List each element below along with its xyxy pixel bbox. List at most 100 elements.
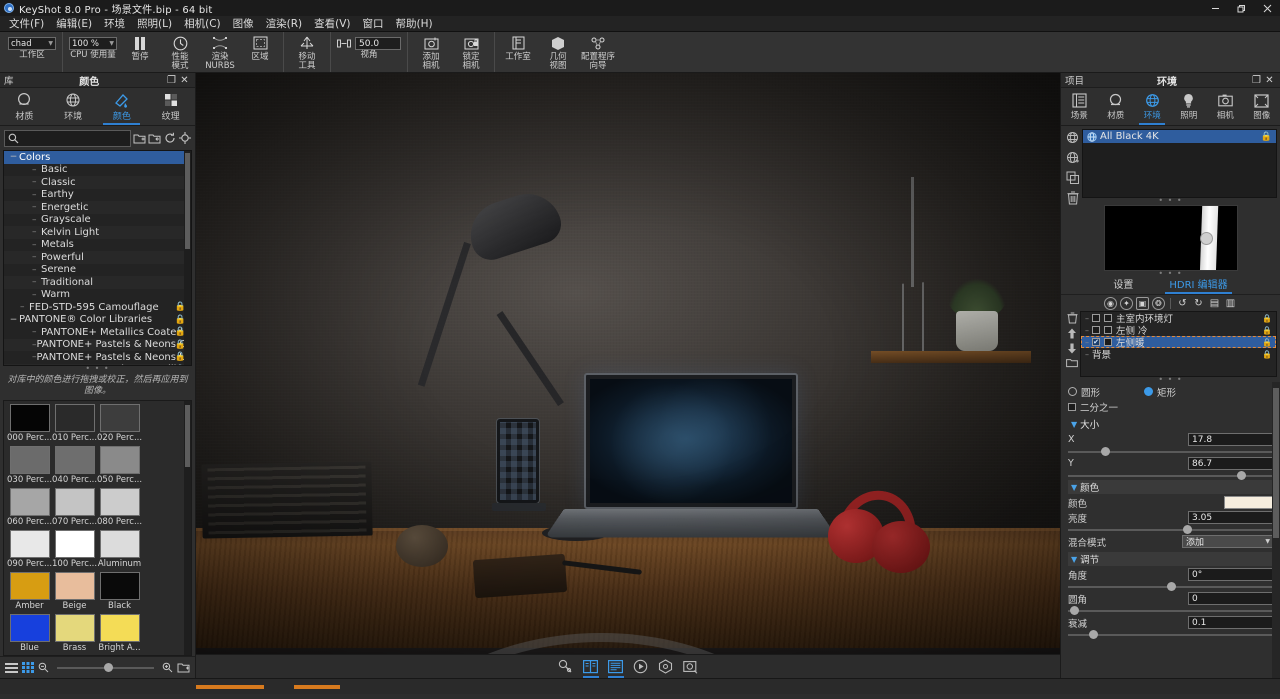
zoom-out-icon[interactable] xyxy=(38,662,49,673)
radius-field[interactable]: 0 xyxy=(1188,592,1274,605)
swatch-chip[interactable] xyxy=(54,572,95,600)
swatch-chip[interactable] xyxy=(54,530,95,558)
swatch-item[interactable]: 020 Perc... xyxy=(97,404,142,443)
hdri-preview[interactable] xyxy=(1103,205,1238,271)
swatch-chip[interactable] xyxy=(9,614,50,642)
tree-item-energetic[interactable]: – Energetic xyxy=(4,201,191,214)
swatch-item[interactable]: 080 Perc... xyxy=(97,488,142,527)
menu-image[interactable]: 图像 xyxy=(227,16,260,32)
hdri-pin-handle[interactable] xyxy=(1199,232,1213,245)
color-swatch-button[interactable] xyxy=(1224,496,1274,509)
tree-item-serene[interactable]: – Serene xyxy=(4,264,191,277)
swatch-chip[interactable] xyxy=(9,446,50,474)
swatch-scrollbar[interactable] xyxy=(184,401,191,655)
pin-icon[interactable]: ◉ xyxy=(1104,296,1117,310)
falloff-slider[interactable] xyxy=(1068,630,1274,639)
swatch-item[interactable]: Blue xyxy=(7,614,52,653)
library-tab-environment[interactable]: 环境 xyxy=(49,88,98,125)
library-tab-texture[interactable]: 纹理 xyxy=(146,88,195,125)
swatch-item[interactable]: Amber xyxy=(7,572,52,611)
folder-add-icon[interactable] xyxy=(133,130,146,146)
swatch-chip[interactable] xyxy=(99,614,140,642)
adjust-section-header[interactable]: ▼ 调节 xyxy=(1068,552,1274,566)
swatch-chip[interactable] xyxy=(99,530,140,558)
hdri-layer-item[interactable]: – 左侧 冷 🔒 xyxy=(1081,324,1276,338)
tree-item-earthy[interactable]: – Earthy xyxy=(4,189,191,202)
menu-lighting[interactable]: 照明(L) xyxy=(131,16,178,32)
zoom-in-icon[interactable] xyxy=(162,662,173,673)
tree-item-pantone-pastels-coated[interactable]: –PANTONE+ Pastels & Neons Coat...🔒 xyxy=(4,338,191,351)
sub-tab-settings[interactable]: 设置 xyxy=(1109,276,1137,294)
geometry-view-button[interactable]: 几何 视图 xyxy=(538,32,578,72)
search-box[interactable] xyxy=(4,129,131,147)
swatch-chip[interactable] xyxy=(54,488,95,516)
lock-camera-button[interactable]: 锁定 相机 xyxy=(451,32,491,72)
angle-slider[interactable] xyxy=(1068,582,1274,591)
circle-radio[interactable] xyxy=(1068,387,1077,396)
layer-visibility-checkbox[interactable]: ✔ xyxy=(1092,338,1100,346)
workspace-combo[interactable]: chad ▼ xyxy=(8,37,56,50)
project-tab-environment[interactable]: 环境 xyxy=(1134,88,1171,125)
brightness-slider[interactable] xyxy=(1068,525,1274,534)
blend-mode-combo[interactable]: 添加 ▼ xyxy=(1182,535,1274,548)
tree-item-grayscale[interactable]: – Grayscale xyxy=(4,214,191,227)
folder-import-icon[interactable] xyxy=(148,130,161,146)
rect-radio[interactable] xyxy=(1144,387,1154,396)
swatch-chip[interactable] xyxy=(99,404,140,432)
swatch-item[interactable]: 000 Perc... xyxy=(7,404,52,443)
tree-item-pantone-pastels-uncoated[interactable]: – PANTONE+ Pastels & Neons Unc... 🔒 xyxy=(4,351,191,364)
pause-button[interactable]: 暂停 xyxy=(120,32,160,72)
library-tab-color[interactable]: 颜色 xyxy=(98,88,147,125)
project-close-icon[interactable]: ✕ xyxy=(1263,75,1276,86)
copy-pin-icon[interactable]: ❂ xyxy=(1152,296,1165,310)
swatch-item[interactable]: 030 Perc... xyxy=(7,446,52,485)
project-tab-material[interactable]: 材质 xyxy=(1098,88,1135,125)
list-view-icon[interactable] xyxy=(5,662,18,673)
tree-item-traditional[interactable]: – Traditional xyxy=(4,276,191,289)
move-down-icon[interactable] xyxy=(1067,343,1077,354)
project-tab-scene[interactable]: 场景 xyxy=(1061,88,1098,125)
menu-help[interactable]: 帮助(H) xyxy=(390,16,439,32)
swatch-chip[interactable] xyxy=(54,446,95,474)
library-undock-icon[interactable]: ❐ xyxy=(165,75,178,86)
size-x-slider[interactable] xyxy=(1068,447,1274,456)
swatch-chip[interactable] xyxy=(99,572,140,600)
menu-window[interactable]: 窗口 xyxy=(357,16,390,32)
hdri-layer-item[interactable]: – 主室内环境灯 🔒 xyxy=(1081,312,1276,326)
tree-item-pantone-libraries[interactable]: − PANTONE® Color Libraries 🔒 xyxy=(4,314,191,327)
configurator-wizard-button[interactable]: 配置程序 向导 xyxy=(578,32,618,72)
env-copy-icon[interactable] xyxy=(1066,171,1080,185)
menu-view[interactable]: 查看(V) xyxy=(308,16,356,32)
color-section-header[interactable]: ▼ 颜色 xyxy=(1068,480,1274,494)
grid-view-icon[interactable] xyxy=(22,662,34,673)
add-camera-button[interactable]: 添加 相机 xyxy=(411,32,451,72)
environment-list-item[interactable]: All Black 4K 🔒 xyxy=(1083,130,1276,143)
workspace-selector[interactable]: chad ▼ 工作区 xyxy=(5,32,59,72)
material-picker-icon[interactable] xyxy=(557,658,575,675)
size-section-header[interactable]: ▼ 大小 xyxy=(1068,417,1274,432)
angle-field[interactable]: 0° xyxy=(1188,568,1274,581)
radius-slider[interactable] xyxy=(1068,606,1274,615)
project-tab-camera[interactable]: 相机 xyxy=(1207,88,1244,125)
studio-button[interactable]: 工作室 xyxy=(498,32,538,72)
swatch-item[interactable]: Black xyxy=(97,572,142,611)
render-icon[interactable] xyxy=(682,658,700,675)
project-tab-image[interactable]: 图像 xyxy=(1244,88,1280,125)
menu-file[interactable]: 文件(F) xyxy=(3,16,50,32)
performance-mode-button[interactable]: 性能 模式 xyxy=(160,32,200,72)
render-nurbs-button[interactable]: 渲染 NURBS xyxy=(200,32,240,72)
redo-icon[interactable]: ↻ xyxy=(1192,297,1205,310)
swatch-item[interactable]: 070 Perc... xyxy=(52,488,97,527)
region-button[interactable]: 区域 xyxy=(240,32,280,72)
tree-item-powerful[interactable]: – Powerful xyxy=(4,251,191,264)
refresh-icon[interactable] xyxy=(163,130,176,146)
close-button[interactable] xyxy=(1254,0,1280,16)
tree-item-fed-std-595[interactable]: – FED-STD-595 Camouflage 🔒 xyxy=(4,301,191,314)
image-add-icon[interactable]: ▣ xyxy=(1136,296,1149,310)
swatch-item[interactable]: 100 Perc... xyxy=(52,530,97,569)
hdri-layer-item-background[interactable]: – 背景 🔒 xyxy=(1081,348,1276,362)
layer-visibility-checkbox[interactable] xyxy=(1092,326,1100,334)
brightness-field[interactable]: 3.05 xyxy=(1188,511,1274,524)
cpu-combo[interactable]: 100 % ▼ xyxy=(69,37,117,50)
tree-item-pantone-metallics[interactable]: – PANTONE+ Metallics Coated 🔒 xyxy=(4,326,191,339)
